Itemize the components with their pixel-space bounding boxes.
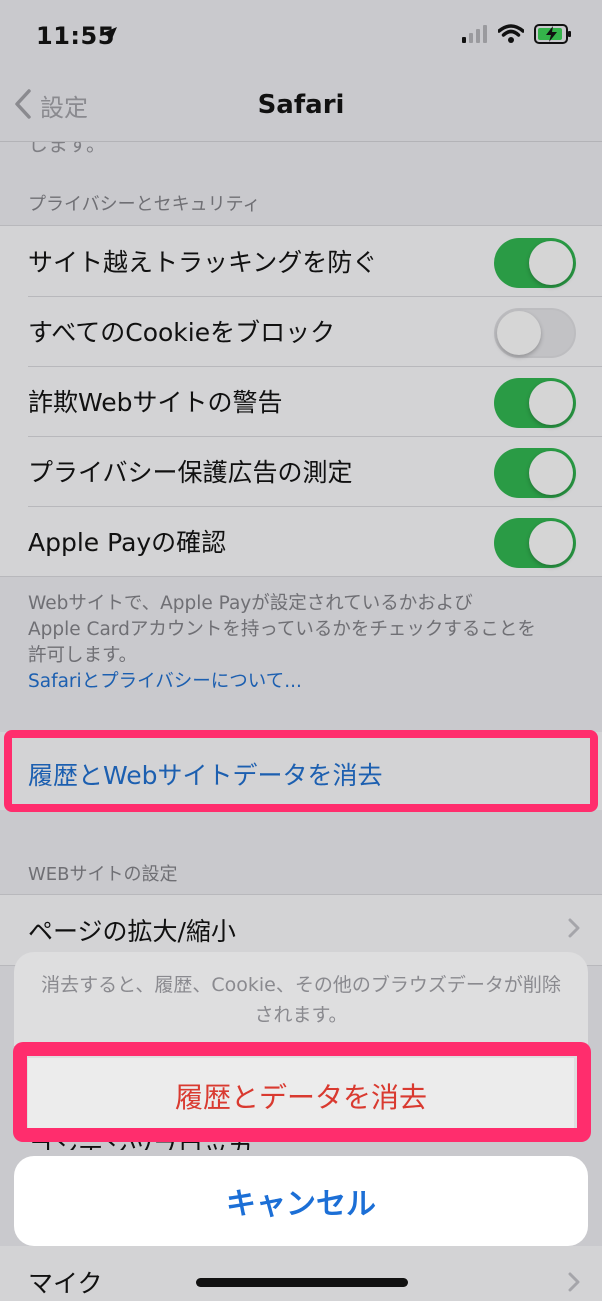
highlight-box xyxy=(4,730,598,812)
website-settings-header: WEBサイトの設定 xyxy=(28,864,178,885)
row-label: サイト越えトラッキングを防ぐ xyxy=(28,248,378,277)
fraudulent-website-warning-row[interactable]: 詐欺Webサイトの警告 xyxy=(0,366,602,436)
status-icons xyxy=(462,24,572,48)
footer-line: 許可します。 xyxy=(28,645,138,666)
navigation-bar: 設定 Safari xyxy=(0,70,602,142)
cancel-button[interactable]: キャンセル xyxy=(14,1156,588,1246)
row-label: Apple Payの確認 xyxy=(28,528,227,557)
block-all-cookies-row[interactable]: すべてのCookieをブロック xyxy=(0,296,602,366)
toggle-knob xyxy=(529,241,573,285)
privacy-preserving-ad-measurement-row[interactable]: プライバシー保護広告の測定 xyxy=(0,436,602,506)
row-label: マイク xyxy=(28,1269,103,1298)
location-arrow-icon xyxy=(102,26,118,46)
block-cookies-toggle[interactable] xyxy=(494,308,576,358)
prevent-cross-site-tracking-row[interactable]: サイト越えトラッキングを防ぐ xyxy=(0,226,602,296)
safari-privacy-link[interactable]: Safariとプライバシーについて... xyxy=(28,669,588,695)
prevent-tracking-toggle[interactable] xyxy=(494,238,576,288)
fraud-warning-toggle[interactable] xyxy=(494,378,576,428)
footer-line: Webサイトで、Apple Payが設定されているかおよび xyxy=(28,593,473,614)
privacy-settings-group: サイト越えトラッキングを防ぐ すべてのCookieをブロック 詐欺Webサイトの… xyxy=(0,225,602,577)
privacy-section-header: プライバシーとセキュリティ xyxy=(28,194,261,215)
toggle-knob xyxy=(529,451,573,495)
highlight-box xyxy=(13,1042,591,1142)
apple-pay-check-toggle[interactable] xyxy=(494,518,576,568)
action-sheet-message: 消去すると、履歴、Cookie、その他のブラウズデータが削除されます。 xyxy=(41,974,561,1026)
home-indicator xyxy=(196,1278,408,1287)
row-label: すべてのCookieをブロック xyxy=(28,318,336,347)
microphone-row[interactable]: マイク xyxy=(0,1246,602,1301)
footer-line: Apple Cardアカウントを持っているかをチェックすることを xyxy=(28,619,536,640)
wifi-icon xyxy=(497,24,525,48)
page-title: Safari xyxy=(257,90,345,120)
toggle-knob xyxy=(529,381,573,425)
toggle-knob xyxy=(497,311,541,355)
chevron-right-icon xyxy=(568,1272,580,1296)
toggle-knob xyxy=(529,521,573,565)
apple-pay-footer: Webサイトで、Apple Payが設定されているかおよび Apple Card… xyxy=(28,591,588,695)
row-label: プライバシー保護広告の測定 xyxy=(28,458,353,487)
chevron-right-icon xyxy=(568,918,580,942)
signal-icon xyxy=(462,25,488,47)
battery-charging-icon xyxy=(534,24,572,48)
row-label: ページの拡大/縮小 xyxy=(28,917,236,946)
row-label: 詐欺Webサイトの警告 xyxy=(28,388,283,417)
check-apple-pay-row[interactable]: Apple Payの確認 xyxy=(0,506,602,576)
status-bar: 11:55 xyxy=(0,0,602,70)
ad-measurement-toggle[interactable] xyxy=(494,448,576,498)
